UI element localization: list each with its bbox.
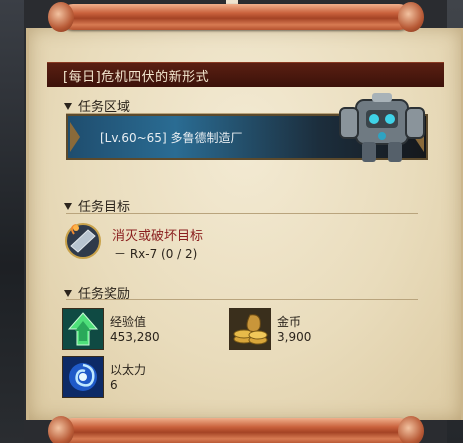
- objective-target-icon: [65, 223, 101, 259]
- reward-ether-label: 以太力: [110, 363, 147, 377]
- area-text: [Lv.60~65] 多鲁德制造厂: [100, 131, 243, 145]
- collapse-triangle-icon: [64, 103, 72, 110]
- background-left: [0, 0, 24, 443]
- quest-title-bar: [每日]危机四伏的新形式: [47, 62, 444, 87]
- divider: [66, 299, 418, 300]
- exp-arrow-icon: [63, 309, 103, 349]
- objective-name: 消灭或破坏目标: [112, 229, 204, 244]
- scroll-rod-top: [48, 2, 424, 32]
- reward-exp-value: 453,280: [110, 330, 160, 344]
- collapse-triangle-icon: [64, 203, 72, 210]
- reward-item-gold[interactable]: [229, 308, 271, 350]
- scroll-rod-bottom: [48, 416, 424, 443]
- robot-boss-icon: [339, 93, 425, 162]
- reward-exp-label: 经验值: [110, 315, 147, 329]
- objective-progress: － Rx-7 (0 / 2): [114, 247, 198, 261]
- reward-gold-label: 金币: [277, 315, 302, 329]
- quest-title: [每日]危机四伏的新形式: [63, 70, 210, 85]
- ether-swirl-icon: [63, 357, 103, 397]
- collapse-triangle-icon: [64, 290, 72, 297]
- reward-item-exp[interactable]: [62, 308, 104, 350]
- reward-item-ether[interactable]: [62, 356, 104, 398]
- reward-ether-value: 6: [110, 378, 118, 392]
- quest-window: [每日]危机四伏的新形式 任务区域 [Lv.60~65] 多鲁德制造厂 任务目标…: [0, 0, 463, 443]
- reward-gold-value: 3,900: [277, 330, 312, 344]
- gold-coins-icon: [230, 309, 270, 349]
- divider: [66, 213, 418, 214]
